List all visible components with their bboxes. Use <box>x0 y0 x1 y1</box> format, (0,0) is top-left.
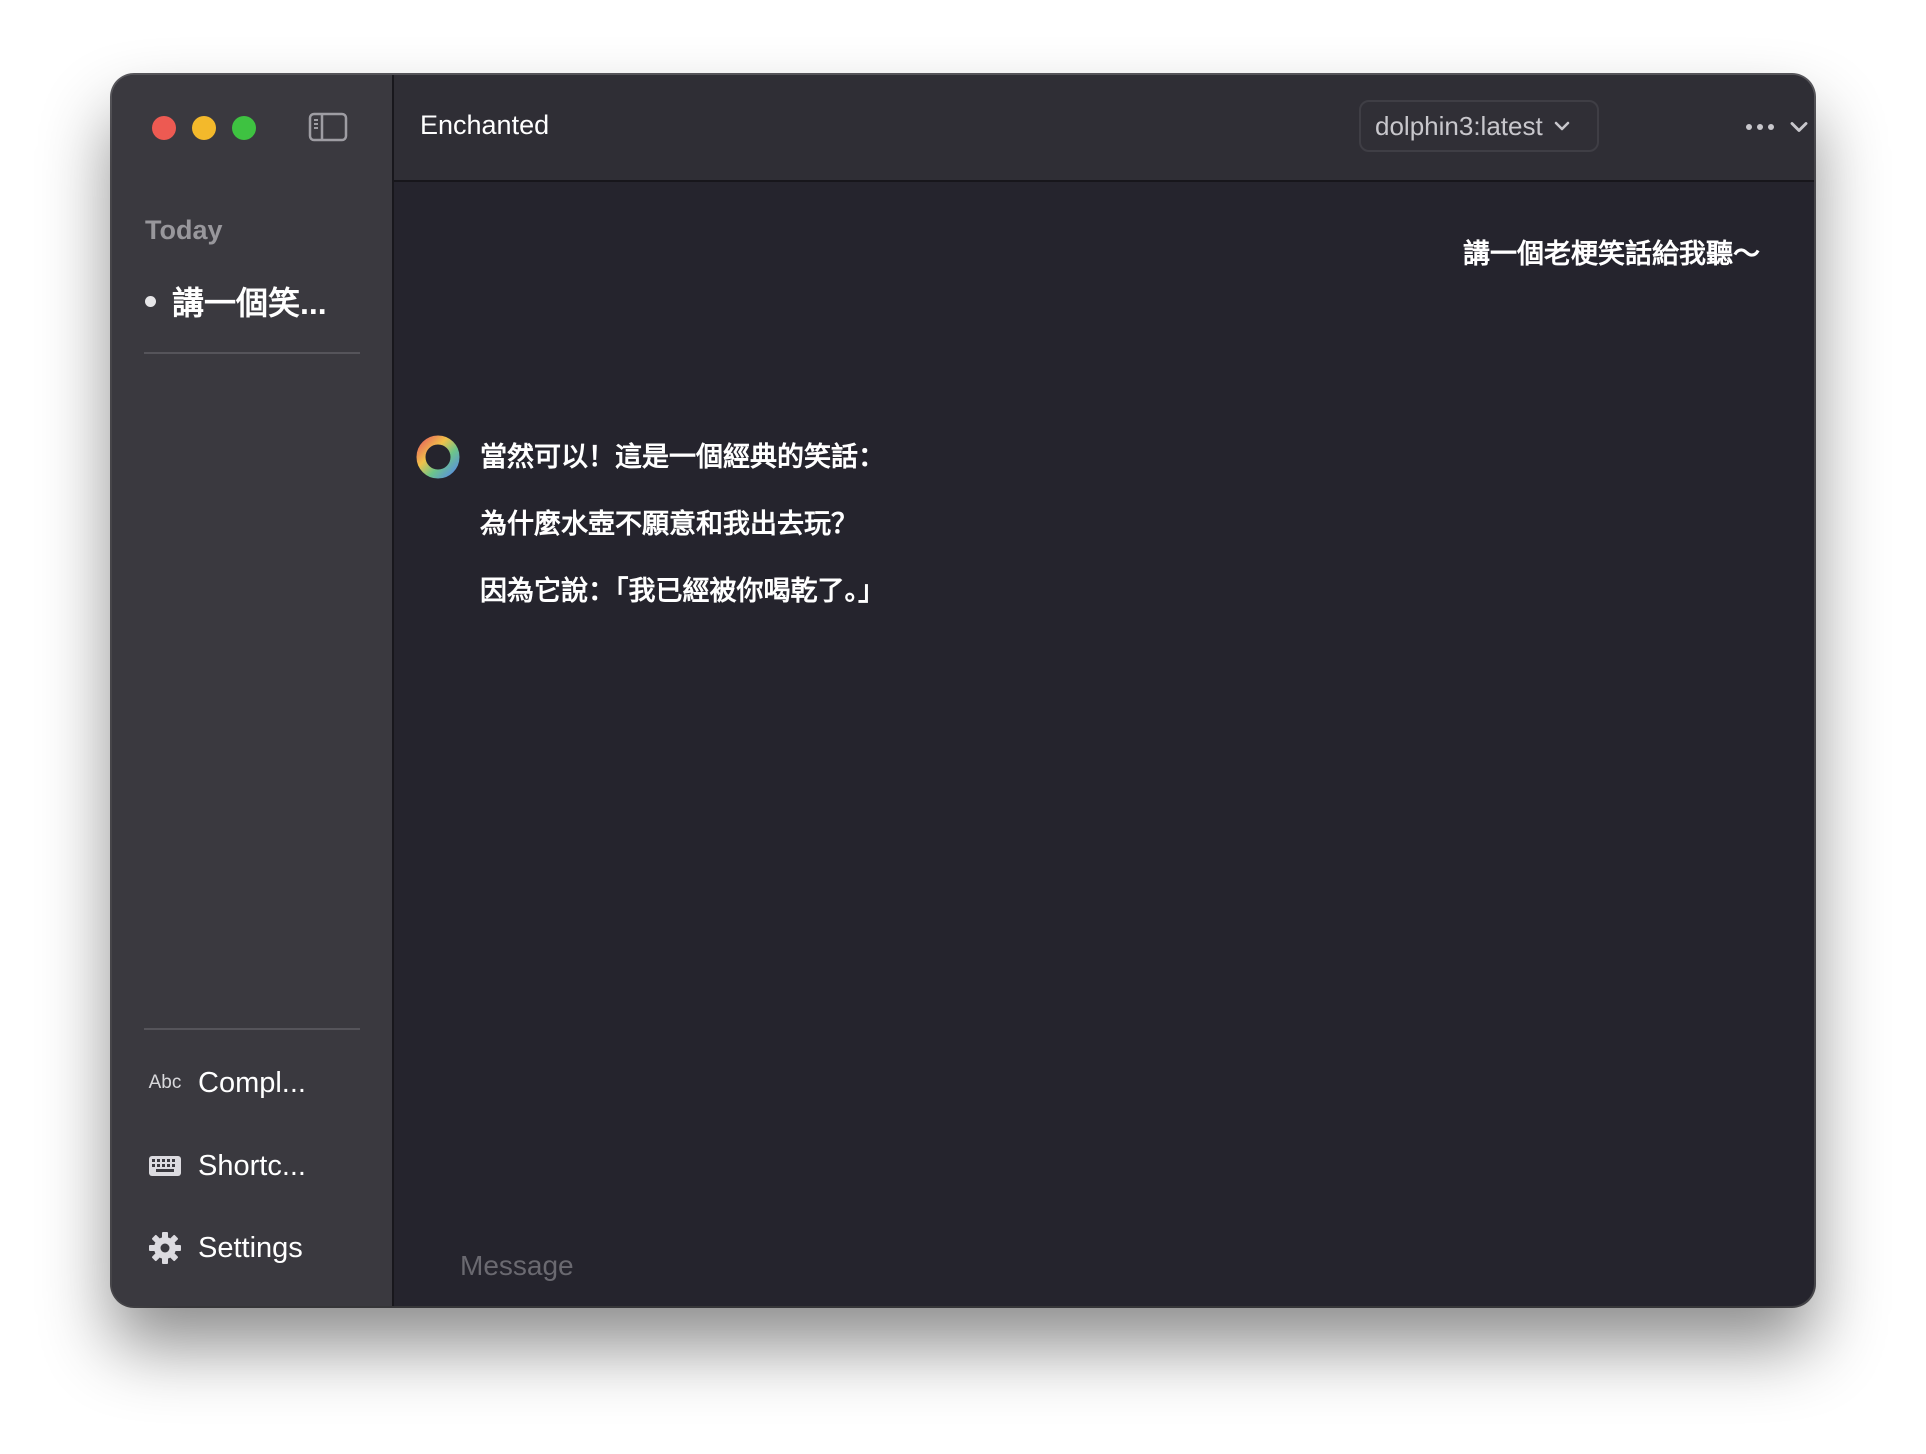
assistant-line: 當然可以！這是一個經典的笑話： <box>480 442 885 472</box>
message-input[interactable] <box>458 1245 1662 1287</box>
ellipsis-icon <box>1746 124 1774 130</box>
toolbar: Enchanted dolphin3:latest <box>394 75 1814 182</box>
shortcuts-button[interactable]: Shortc... <box>146 1138 366 1194</box>
completions-button[interactable]: Abc Compl... <box>146 1055 366 1111</box>
gear-icon <box>146 1229 184 1267</box>
composer <box>394 1245 1814 1306</box>
app-window: Today 講一個笑... Abc Compl... Shortc... Set… <box>112 75 1814 1306</box>
model-name: dolphin3:latest <box>1375 110 1543 141</box>
maximize-window-button[interactable] <box>232 116 256 140</box>
assistant-line: 為什麼水壺不願意和我出去玩？ <box>480 509 858 539</box>
app-title: Enchanted <box>420 110 550 140</box>
bullet-icon <box>145 295 156 307</box>
divider <box>144 352 360 354</box>
conversation-item[interactable]: 講一個笑... <box>140 271 370 331</box>
keyboard-icon <box>146 1147 184 1185</box>
settings-label: Settings <box>198 1231 303 1264</box>
minimize-window-button[interactable] <box>192 116 216 140</box>
settings-button[interactable]: Settings <box>146 1220 366 1276</box>
section-label-today: Today <box>145 215 223 245</box>
sidebar-toggle-button[interactable] <box>308 111 348 143</box>
assistant-line: 因為它說：「我已經被你喝乾了。」 <box>480 576 885 606</box>
sidebar-toggle-icon <box>308 112 348 142</box>
model-selector[interactable]: dolphin3:latest <box>1359 100 1599 152</box>
divider <box>144 1028 360 1030</box>
chat-main: Enchanted dolphin3:latest 講一個老梗笑話給我聽～ 當然… <box>394 75 1814 1306</box>
completions-label: Compl... <box>198 1066 306 1099</box>
conversation-label: 講一個笑... <box>172 285 327 321</box>
user-message: 講一個老梗笑話給我聽～ <box>1463 239 1760 269</box>
abc-icon: Abc <box>148 1072 182 1093</box>
chevron-down-icon <box>1790 122 1808 132</box>
shortcuts-label: Shortc... <box>198 1149 306 1182</box>
sidebar: Today 講一個笑... Abc Compl... Shortc... Set… <box>112 75 394 1306</box>
close-window-button[interactable] <box>152 116 176 140</box>
chevron-down-icon <box>1554 121 1569 131</box>
more-options-button[interactable] <box>1744 109 1810 145</box>
assistant-avatar-icon <box>416 435 460 479</box>
